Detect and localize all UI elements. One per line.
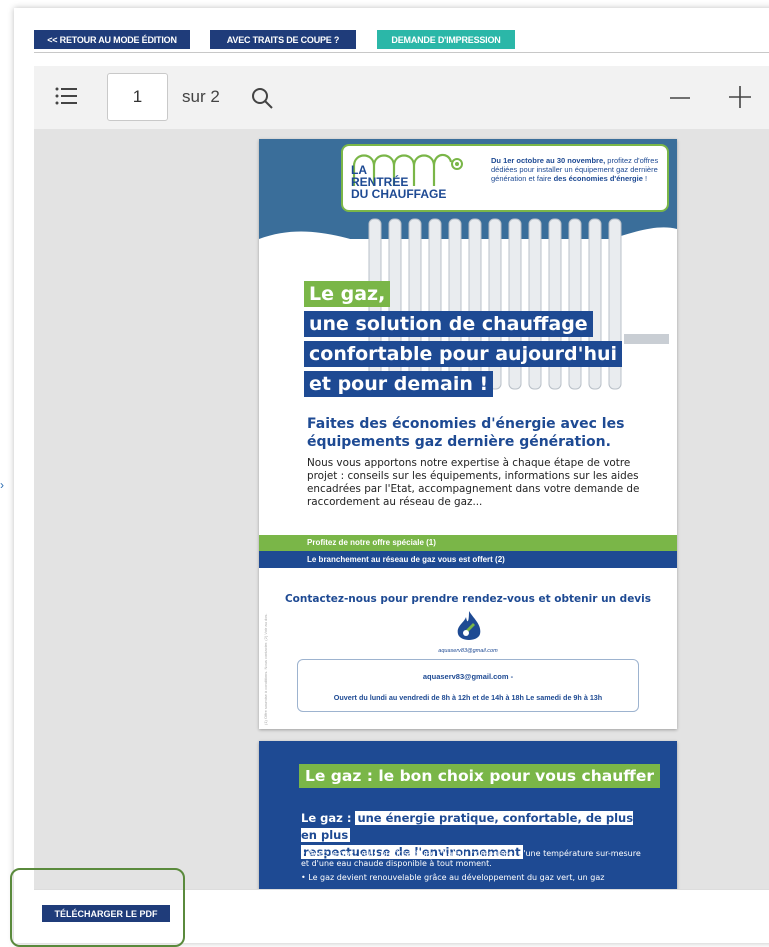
lead-prefix: Le gaz :: [301, 811, 352, 825]
print-request-button[interactable]: DEMANDE D'IMPRESSION: [377, 30, 515, 49]
lead-highlight: une énergie pratique, confortable, de pl…: [301, 811, 634, 842]
page-number-input[interactable]: [107, 73, 168, 121]
headline-line-1: Le gaz,: [304, 281, 391, 307]
contact-box: aquaserv83@gmail.com - Ouvert du lundi a…: [297, 659, 639, 712]
search-icon[interactable]: [250, 86, 274, 110]
bullet-item: • Avec le gaz, vous profitez d'une chale…: [301, 849, 641, 868]
promo-dates: Du 1er octobre au 30 novembre,: [491, 156, 606, 165]
page2-title: Le gaz : le bon choix pour vous chauffer: [299, 764, 660, 788]
zoom-in-icon[interactable]: [727, 84, 753, 110]
contact-email-small: aquaserv83@gmail.com: [438, 648, 498, 654]
bullet-item: • Le gaz devient renouvelable grâce au d…: [301, 873, 605, 882]
campaign-logo-text: LA RENTRÉE DU CHAUFFAGE: [351, 164, 471, 200]
headline-line-4: et pour demain !: [304, 371, 494, 397]
contact-title: Contactez-nous pour prendre rendez-vous …: [284, 593, 652, 605]
highlight-annotation: [10, 868, 185, 947]
headline-line-2: une solution de chauffage: [304, 311, 593, 337]
headline-text: une solution de chauffage: [304, 311, 593, 337]
arrow-icon: ›: [0, 478, 4, 492]
crop-marks-button[interactable]: AVEC TRAITS DE COUPE ?: [210, 30, 356, 49]
promo-text: Du 1er octobre au 30 novembre, profitez …: [491, 156, 666, 183]
logo-line: DU CHAUFFAGE: [351, 187, 447, 201]
connection-band: Le branchement au réseau de gaz vous est…: [259, 551, 677, 568]
opening-hours: Ouvert du lundi au vendredi de 8h à 12h …: [333, 693, 603, 702]
headline-text: et pour demain !: [304, 371, 494, 397]
headline-line-3: confortable pour aujourd'hui: [304, 341, 623, 367]
offer-band: Profitez de notre offre spéciale (1): [259, 535, 677, 551]
body-text: Nous vous apportons notre expertise à ch…: [307, 457, 640, 508]
pdf-viewer-toolbar: sur 2: [34, 66, 769, 129]
zoom-out-icon[interactable]: [668, 86, 692, 110]
back-to-edit-button[interactable]: << RETOUR AU MODE ÉDITION: [34, 30, 190, 49]
contact-email: aquaserv83@gmail.com -: [422, 672, 514, 681]
company-flame-logo-icon: [457, 611, 481, 640]
page-count-label: sur 2: [182, 87, 220, 106]
list-icon[interactable]: [54, 86, 78, 106]
promo-emphasis: des économies d'énergie: [553, 174, 643, 183]
headline-text: confortable pour aujourd'hui: [304, 341, 623, 367]
headline-text: Le gaz,: [304, 281, 391, 307]
pdf-page-2: Le gaz : le bon choix pour vous chauffer…: [259, 741, 677, 889]
sub-title: Faites des économies d'énergie avec les …: [307, 416, 625, 450]
hero-banner: LA RENTRÉE DU CHAUFFAGE Du 1er octobre a…: [259, 139, 677, 399]
page2-bullets: • Avec le gaz, vous profitez d'une chale…: [301, 849, 646, 887]
pdf-page-1: LA RENTRÉE DU CHAUFFAGE Du 1er octobre a…: [259, 139, 677, 729]
campaign-logo-box: LA RENTRÉE DU CHAUFFAGE Du 1er octobre a…: [341, 144, 669, 212]
promo-end: !: [642, 174, 648, 183]
divider: [34, 52, 769, 53]
pdf-viewer-area[interactable]: LA RENTRÉE DU CHAUFFAGE Du 1er octobre a…: [34, 129, 769, 889]
